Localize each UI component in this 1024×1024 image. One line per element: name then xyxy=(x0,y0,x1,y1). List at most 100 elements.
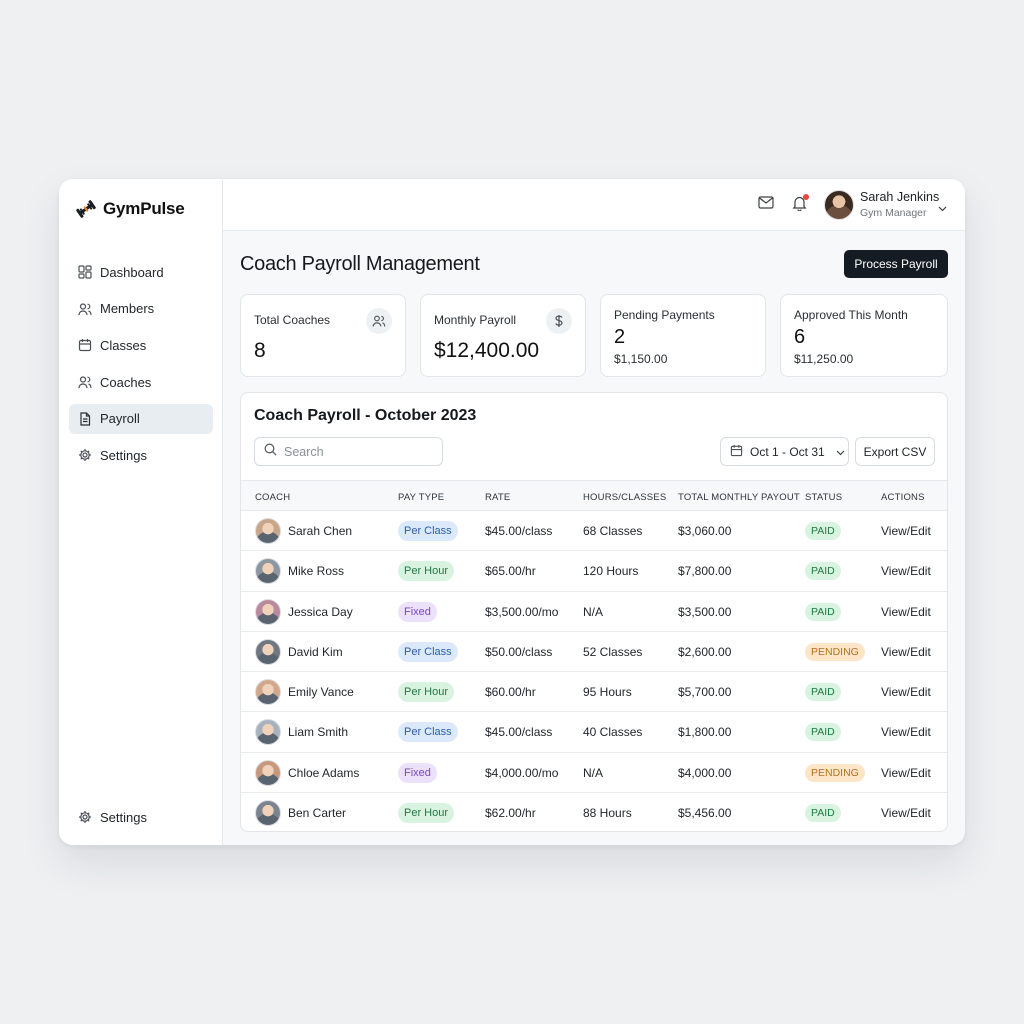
sidebar-item-payroll[interactable]: Payroll xyxy=(69,403,213,434)
hours-cell: 88 Hours xyxy=(583,806,632,821)
users-icon xyxy=(366,308,392,334)
user-name[interactable]: Sarah Jenkins xyxy=(860,190,939,204)
total-cell: $5,456.00 xyxy=(678,806,732,821)
gear-icon xyxy=(78,810,92,824)
mail-icon[interactable] xyxy=(758,196,774,214)
pay-type-cell: Per Hour xyxy=(398,672,455,712)
pay-type-cell: Per Class xyxy=(398,632,458,672)
view-edit-link[interactable]: View/Edit xyxy=(881,753,931,793)
table-row[interactable]: Sarah Chen Per Class $45.00/class 68 Classe… xyxy=(241,511,947,552)
view-edit-link[interactable]: View/Edit xyxy=(881,551,931,591)
column-header-rate[interactable]: RATE xyxy=(485,492,510,503)
sidebar-item-settings-bottom[interactable]: Settings xyxy=(69,802,213,832)
column-header-coach[interactable]: COACH xyxy=(255,492,290,503)
search-input[interactable] xyxy=(284,444,424,459)
column-header-status[interactable]: STATUS xyxy=(805,492,842,503)
view-edit-link[interactable]: View/Edit xyxy=(881,511,931,551)
sidebar-item-label: Payroll xyxy=(100,411,140,427)
total-cell: $1,800.00 xyxy=(678,725,732,740)
sidebar-bottom: Settings xyxy=(69,802,213,839)
sidebar-item-members[interactable]: Members xyxy=(69,294,213,324)
page-title: Coach Payroll Management xyxy=(240,253,480,275)
stat-value: 8 xyxy=(254,339,266,362)
avatar xyxy=(255,558,281,585)
status-cell: PAID xyxy=(805,672,841,712)
table-row[interactable]: Mike Ross Per Hour $65.00/hr 120 Hours $7,80… xyxy=(241,551,947,592)
app-window: GymPulse Dashboard Members Classes Coach… xyxy=(59,179,965,845)
view-edit-link[interactable]: View/Edit xyxy=(881,592,931,632)
stat-value: 6 xyxy=(794,326,806,348)
calendar-icon xyxy=(78,338,92,352)
column-header-total[interactable]: TOTAL MONTHLY PAYOUT xyxy=(678,492,800,503)
export-csv-button[interactable]: Export CSV xyxy=(855,437,935,466)
coach-cell: Ben Carter xyxy=(255,793,347,831)
members-icon xyxy=(78,302,92,316)
sidebar-item-label: Coaches xyxy=(100,374,152,390)
avatar[interactable] xyxy=(824,190,854,220)
view-edit-link[interactable]: View/Edit xyxy=(881,712,931,752)
date-range-picker[interactable]: Oct 1 - Oct 31 xyxy=(720,437,849,466)
stat-card-total-coaches: Total Coaches 8 xyxy=(240,294,406,377)
table-row[interactable]: Ben Carter Per Hour $62.00/hr 88 Hours $5,45… xyxy=(241,793,947,831)
column-header-hours[interactable]: HOURS/CLASSES xyxy=(583,492,666,503)
pay-type-badge: Fixed xyxy=(398,601,437,622)
status-cell: PAID xyxy=(805,511,841,551)
search-box[interactable] xyxy=(254,437,443,466)
top-bar: Sarah Jenkins Gym Manager xyxy=(223,179,965,231)
stat-label: Approved This Month xyxy=(794,308,908,322)
notification-dot xyxy=(803,194,809,200)
chevron-down-icon[interactable] xyxy=(938,199,947,217)
pay-type-badge: Per Class xyxy=(398,722,458,743)
table-row[interactable]: David Kim Per Class $50.00/class 52 Classes… xyxy=(241,632,947,673)
hours-cell: 95 Hours xyxy=(583,685,632,700)
sidebar-item-settings[interactable]: Settings xyxy=(69,440,213,470)
avatar xyxy=(255,638,281,665)
dashboard-icon xyxy=(78,265,92,279)
coaches-icon xyxy=(78,375,92,389)
table-row[interactable]: Emily Vance Per Hour $60.00/hr 95 Hours $5,7… xyxy=(241,672,947,713)
pay-type-cell: Per Class xyxy=(398,712,458,752)
stat-sub-value: $1,150.00 xyxy=(614,352,668,366)
pay-type-cell: Per Class xyxy=(398,511,458,551)
hours-cell: 68 Classes xyxy=(583,524,643,538)
rate-cell: $45.00/class xyxy=(485,524,553,538)
dollar-icon xyxy=(546,308,572,334)
status-badge: PAID xyxy=(805,723,841,742)
sidebar-nav: Dashboard Members Classes Coaches Payrol… xyxy=(69,257,213,477)
process-payroll-button[interactable]: Process Payroll xyxy=(844,250,948,278)
status-badge: PAID xyxy=(805,804,841,823)
avatar xyxy=(255,518,281,544)
sidebar-item-classes[interactable]: Classes xyxy=(69,330,213,360)
rate-cell: $3,500.00/mo xyxy=(485,604,559,619)
sidebar-item-coaches[interactable]: Coaches xyxy=(69,367,213,397)
hours-cell: 40 Classes xyxy=(583,725,643,740)
total-cell: $2,600.00 xyxy=(678,644,732,659)
view-edit-link[interactable]: View/Edit xyxy=(881,793,931,831)
column-header-pay-type[interactable]: PAY TYPE xyxy=(398,492,444,503)
stat-card-pending-payments: Pending Payments 2 $1,150.00 xyxy=(600,294,766,377)
table-row[interactable]: Jessica Day Fixed $3,500.00/mo N/A $3,500.00… xyxy=(241,592,947,632)
coach-name: Ben Carter xyxy=(288,806,347,821)
column-header-actions[interactable]: ACTIONS xyxy=(881,492,925,503)
pay-type-badge: Per Class xyxy=(398,641,458,662)
view-edit-link[interactable]: View/Edit xyxy=(881,672,931,712)
table-row[interactable]: Chloe Adams Fixed $4,000.00/mo N/A $4,000.00… xyxy=(241,753,947,794)
view-edit-link[interactable]: View/Edit xyxy=(881,632,931,672)
avatar xyxy=(255,759,281,786)
coach-name: Sarah Chen xyxy=(288,524,353,538)
pay-type-badge: Per Hour xyxy=(398,561,455,582)
app-name: GymPulse xyxy=(103,199,185,218)
brand[interactable]: GymPulse xyxy=(75,198,185,220)
status-badge: PENDING xyxy=(805,642,865,661)
total-cell: $3,060.00 xyxy=(678,524,732,538)
avatar xyxy=(255,598,281,625)
table-row[interactable]: Liam Smith Per Class $45.00/class 40 Classe… xyxy=(241,712,947,753)
coach-name: Chloe Adams xyxy=(288,765,360,780)
gear-icon xyxy=(78,448,92,462)
avatar xyxy=(255,679,281,706)
sidebar-item-dashboard[interactable]: Dashboard xyxy=(69,257,213,287)
hours-cell: 52 Classes xyxy=(583,644,643,659)
status-badge: PAID xyxy=(805,562,841,581)
total-cell: $7,800.00 xyxy=(678,564,732,579)
pay-type-badge: Per Hour xyxy=(398,682,455,703)
